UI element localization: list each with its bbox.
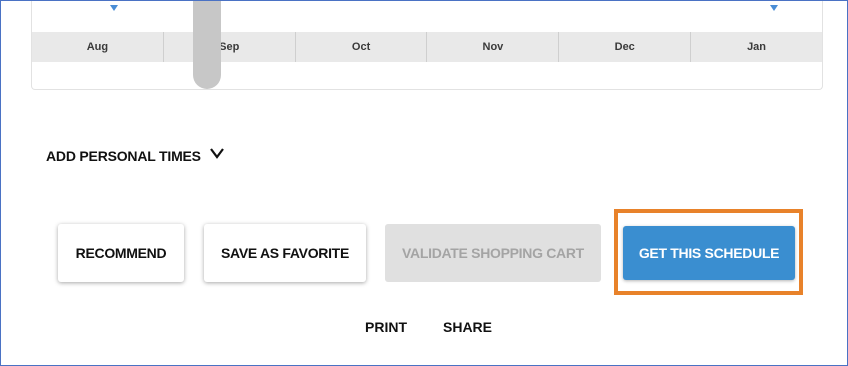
save-as-favorite-button[interactable]: SAVE AS FAVORITE [204, 224, 366, 282]
month-label: Dec [558, 32, 690, 62]
timeline-marker-end [770, 5, 778, 11]
get-this-schedule-button[interactable]: GET THIS SCHEDULE [623, 226, 795, 280]
month-label: Oct [294, 32, 427, 62]
add-personal-times-label: ADD PERSONAL TIMES [46, 147, 201, 164]
validate-shopping-cart-button: VALIDATE SHOPPING CART [385, 224, 601, 282]
timeline: Aug Sep Oct Nov Dec Jan [31, 1, 823, 90]
add-personal-times-toggle[interactable]: ADD PERSONAL TIMES [46, 146, 225, 165]
timeline-month-bar: Aug Sep Oct Nov Dec Jan [32, 32, 822, 62]
chevron-down-icon [209, 146, 225, 165]
month-label: Sep [162, 32, 295, 62]
timeline-scrubber-handle[interactable] [193, 1, 221, 89]
footer-links: PRINT SHARE [365, 319, 492, 335]
recommend-button[interactable]: RECOMMEND [58, 224, 184, 282]
timeline-marker-start [110, 5, 118, 11]
month-label: Aug [86, 41, 109, 53]
schedule-panel: Aug Sep Oct Nov Dec Jan ADD PERSONAL TIM… [0, 0, 848, 366]
print-link[interactable]: PRINT [365, 319, 407, 335]
share-link[interactable]: SHARE [443, 319, 492, 335]
month-label: Jan [690, 32, 822, 62]
month-label: Nov [426, 32, 558, 62]
